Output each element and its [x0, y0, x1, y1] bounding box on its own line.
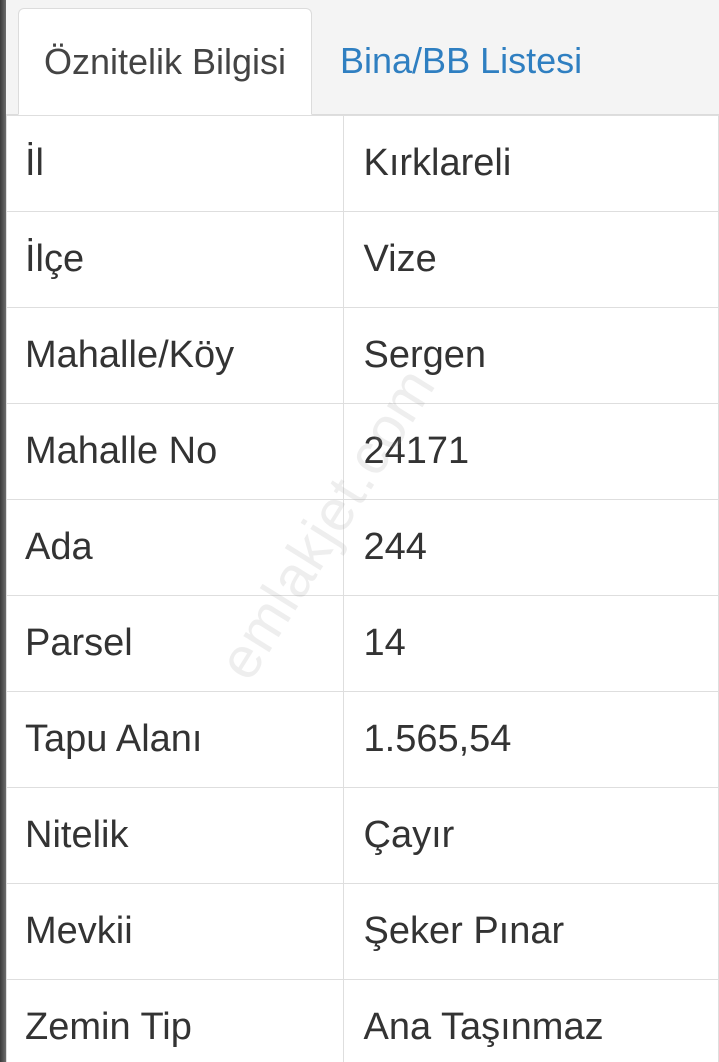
row-value: Vize — [342, 211, 719, 308]
row-key: Tapu Alanı — [6, 691, 344, 788]
tab-attribute-info[interactable]: Öznitelik Bilgisi — [18, 8, 312, 115]
row-key: Ada — [6, 499, 344, 596]
attribute-table: İl Kırklareli İlçe Vize Mahalle/Köy Serg… — [6, 115, 719, 1062]
row-value: 14 — [342, 595, 719, 692]
table-row: Parsel 14 — [6, 595, 719, 692]
table-row: Mahalle/Köy Sergen — [6, 307, 719, 404]
row-value: Ana Taşınmaz — [342, 979, 719, 1062]
row-value: Çayır — [342, 787, 719, 884]
row-value: 244 — [342, 499, 719, 596]
row-key: Mahalle No — [6, 403, 344, 500]
row-key: Zemin Tip — [6, 979, 344, 1062]
tab-label: Bina/BB Listesi — [340, 40, 583, 81]
table-row: Mevkii Şeker Pınar — [6, 883, 719, 980]
row-value: 1.565,54 — [342, 691, 719, 788]
tab-label: Öznitelik Bilgisi — [43, 40, 287, 82]
row-value: 24171 — [342, 403, 719, 500]
row-key: İl — [6, 115, 344, 212]
row-key: Mevkii — [6, 883, 344, 980]
row-key: İlçe — [6, 211, 344, 308]
table-row: Ada 244 — [6, 499, 719, 596]
tab-bar: Öznitelik Bilgisi Bina/BB Listesi — [6, 0, 719, 115]
row-value: Sergen — [342, 307, 719, 404]
row-key: Mahalle/Köy — [6, 307, 344, 404]
table-row: Zemin Tip Ana Taşınmaz — [6, 979, 719, 1062]
table-row: Tapu Alanı 1.565,54 — [6, 691, 719, 788]
row-key: Nitelik — [6, 787, 344, 884]
table-row: İlçe Vize — [6, 211, 719, 308]
attribute-panel: Öznitelik Bilgisi Bina/BB Listesi İl Kır… — [0, 0, 719, 1062]
table-row: İl Kırklareli — [6, 115, 719, 212]
row-value: Şeker Pınar — [342, 883, 719, 980]
table-row: Mahalle No 24171 — [6, 403, 719, 500]
row-value: Kırklareli — [342, 115, 719, 212]
tab-building-list[interactable]: Bina/BB Listesi — [340, 8, 582, 114]
row-key: Parsel — [6, 595, 344, 692]
table-row: Nitelik Çayır — [6, 787, 719, 884]
